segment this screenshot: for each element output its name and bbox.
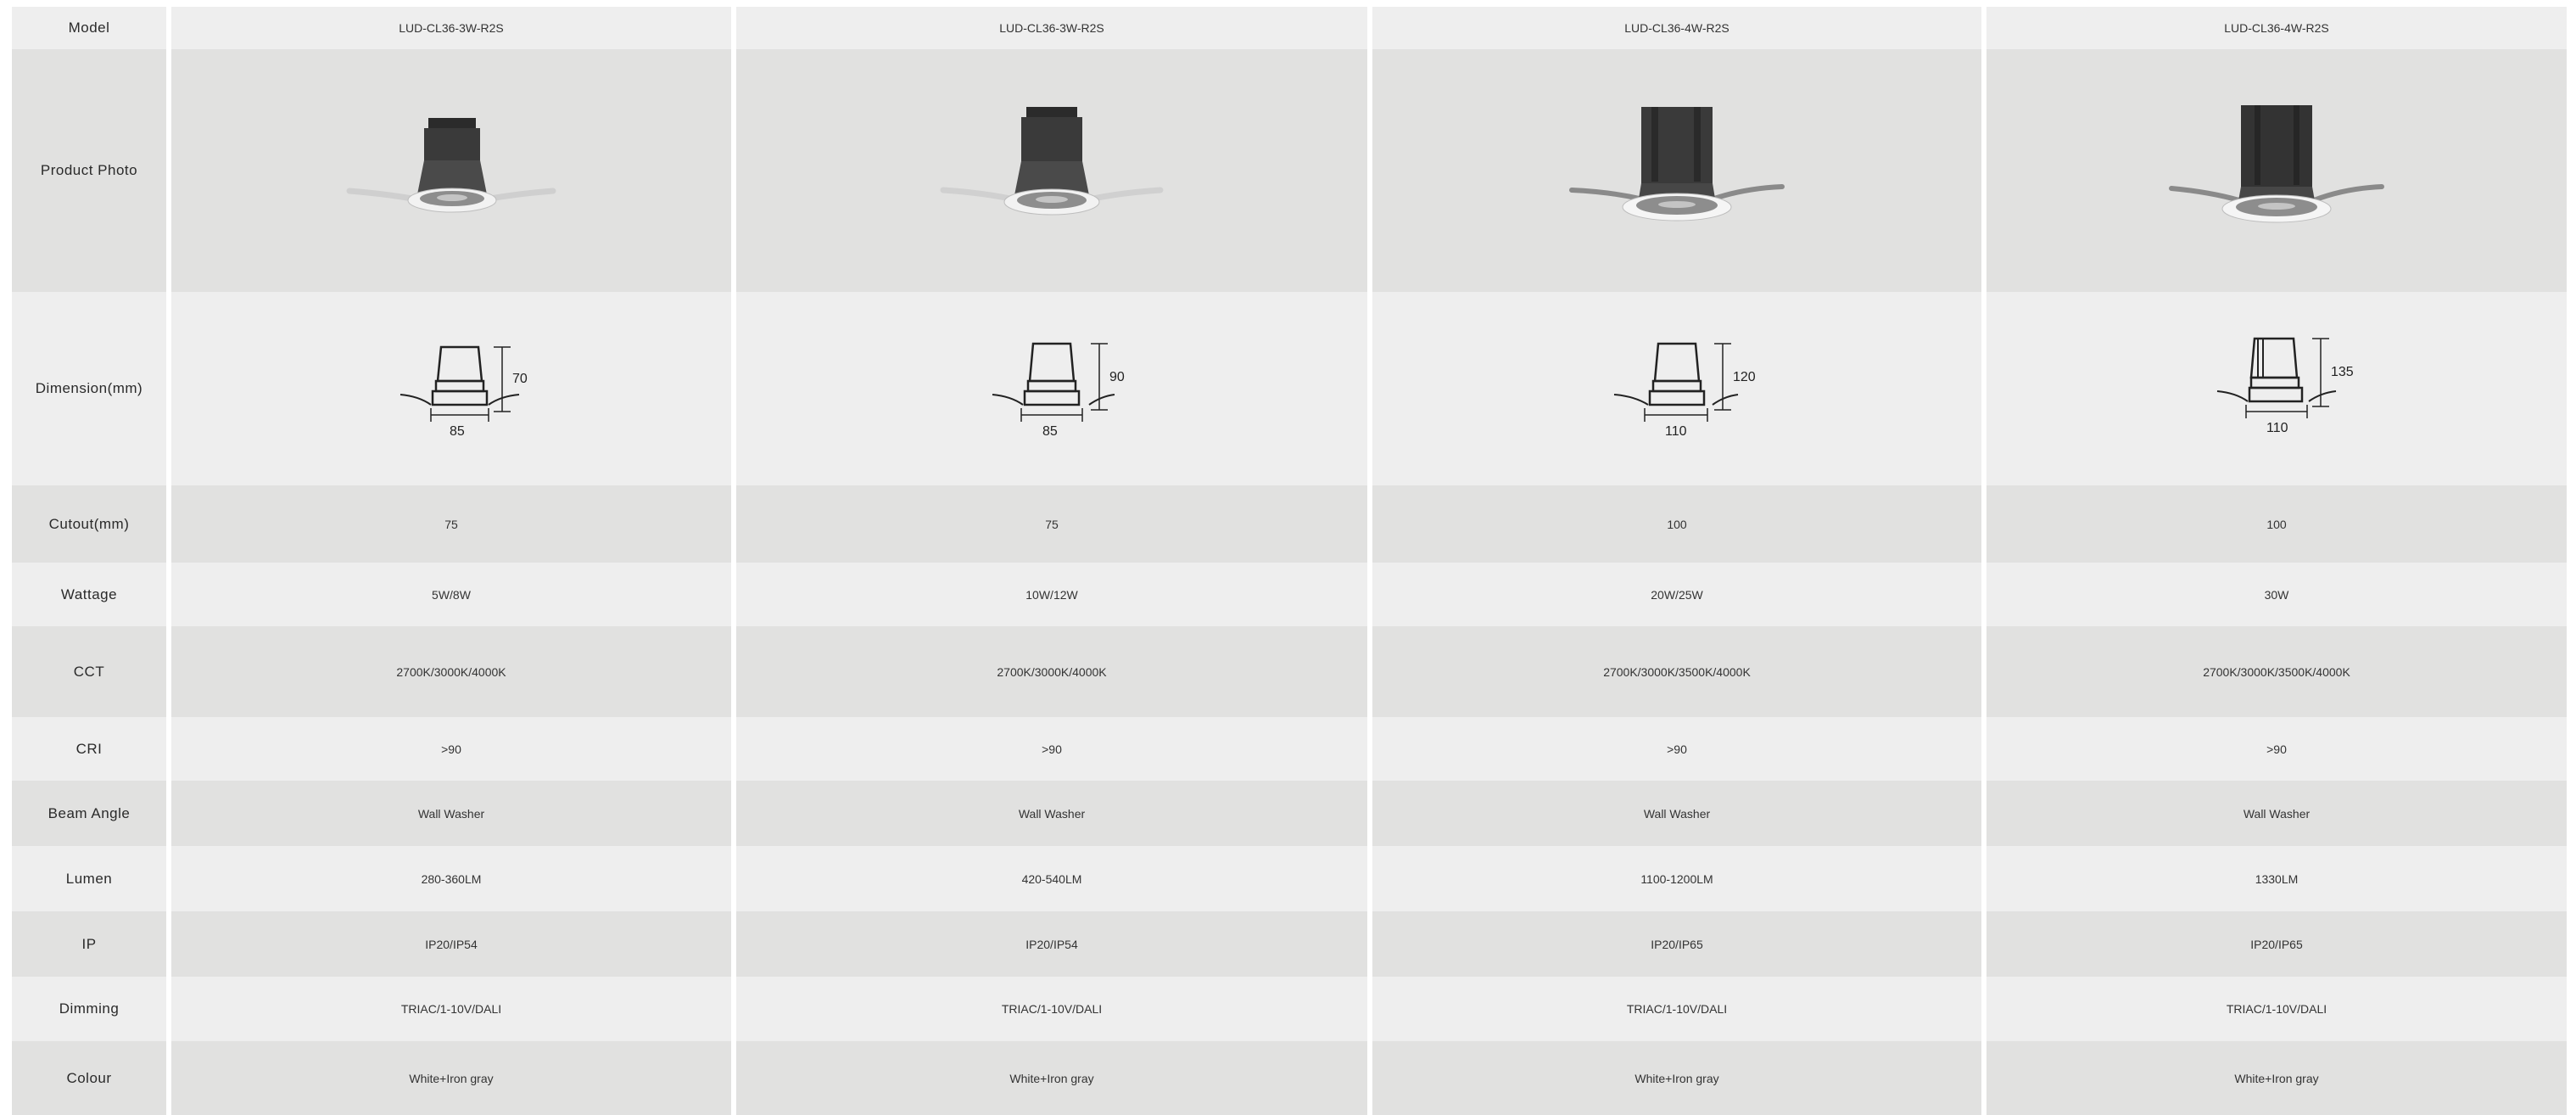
wattage-cell: 30W	[1981, 563, 2567, 626]
width-label: 110	[1665, 424, 1687, 439]
ip-cell: IP20/IP54	[731, 911, 1367, 977]
product-photo-2	[940, 107, 1164, 216]
cutout-cell: 75	[731, 485, 1367, 563]
beam-angle-cell: Wall Washer	[1367, 781, 1981, 846]
row-cri: CRI >90 >90 >90 >90	[12, 717, 2567, 781]
spec-table: Model LUD-CL36-3W-R2S LUD-CL36-3W-R2S LU…	[12, 7, 2567, 1115]
cri-cell: >90	[166, 717, 731, 781]
beam-angle-cell: Wall Washer	[166, 781, 731, 846]
model-cell: LUD-CL36-4W-R2S	[1367, 7, 1981, 49]
model-cell: LUD-CL36-3W-R2S	[731, 7, 1367, 49]
cct-cell: 2700K/3000K/4000K	[731, 626, 1367, 717]
dimming-cell: TRIAC/1-10V/DALI	[731, 977, 1367, 1041]
dimension-drawing-1: 70 85	[400, 345, 528, 439]
ip-cell: IP20/IP65	[1981, 911, 2567, 977]
row-model: Model LUD-CL36-3W-R2S LUD-CL36-3W-R2S LU…	[12, 7, 2567, 49]
dimming-cell: TRIAC/1-10V/DALI	[166, 977, 731, 1041]
lumen-cell: 280-360LM	[166, 846, 731, 911]
height-label: 135	[2331, 365, 2354, 379]
dimension-cell: 120 110	[1367, 292, 1981, 485]
row-label-cutout: Cutout(mm)	[12, 485, 166, 563]
beam-angle-cell: Wall Washer	[731, 781, 1367, 846]
cct-cell: 2700K/3000K/4000K	[166, 626, 731, 717]
colour-cell: White+Iron gray	[1981, 1041, 2567, 1115]
model-cell: LUD-CL36-3W-R2S	[166, 7, 731, 49]
lumen-cell: 420-540LM	[731, 846, 1367, 911]
width-label: 85	[450, 424, 465, 439]
wattage-cell: 20W/25W	[1367, 563, 1981, 626]
cri-cell: >90	[731, 717, 1367, 781]
cri-cell: >90	[1981, 717, 2567, 781]
row-label-dimension: Dimension(mm)	[12, 292, 166, 485]
dimension-drawing-4: 135 110	[2216, 337, 2354, 435]
row-label-cri: CRI	[12, 717, 166, 781]
cct-cell: 2700K/3000K/3500K/4000K	[1367, 626, 1981, 717]
height-label: 70	[512, 372, 528, 386]
width-label: 85	[1042, 424, 1058, 439]
dimension-cell: 135 110	[1981, 292, 2567, 485]
dimming-cell: TRIAC/1-10V/DALI	[1981, 977, 2567, 1041]
row-colour: Colour White+Iron gray White+Iron gray W…	[12, 1041, 2567, 1115]
row-wattage: Wattage 5W/8W 10W/12W 20W/25W 30W	[12, 563, 2567, 626]
row-beam-angle: Beam Angle Wall Washer Wall Washer Wall …	[12, 781, 2567, 846]
colour-cell: White+Iron gray	[166, 1041, 731, 1115]
width-label: 110	[2266, 421, 2288, 435]
row-label-photo: Product Photo	[12, 49, 166, 292]
lumen-cell: 1100-1200LM	[1367, 846, 1981, 911]
row-label-wattage: Wattage	[12, 563, 166, 626]
cutout-cell: 100	[1367, 485, 1981, 563]
height-label: 120	[1733, 370, 1756, 384]
row-label-model: Model	[12, 7, 166, 49]
row-label-colour: Colour	[12, 1041, 166, 1115]
ip-cell: IP20/IP54	[166, 911, 731, 977]
dimension-cell: 70 85	[166, 292, 731, 485]
row-cct: CCT 2700K/3000K/4000K 2700K/3000K/4000K …	[12, 626, 2567, 717]
colour-cell: White+Iron gray	[731, 1041, 1367, 1115]
beam-angle-cell: Wall Washer	[1981, 781, 2567, 846]
wattage-cell: 10W/12W	[731, 563, 1367, 626]
row-dimming: Dimming TRIAC/1-10V/DALI TRIAC/1-10V/DAL…	[12, 977, 2567, 1041]
dimming-cell: TRIAC/1-10V/DALI	[1367, 977, 1981, 1041]
ip-cell: IP20/IP65	[1367, 911, 1981, 977]
wattage-cell: 5W/8W	[166, 563, 731, 626]
row-dimension: Dimension(mm) 70 85 90 85 120 110 135 11…	[12, 292, 2567, 485]
model-cell: LUD-CL36-4W-R2S	[1981, 7, 2567, 49]
photo-cell	[731, 49, 1367, 292]
lumen-cell: 1330LM	[1981, 846, 2567, 911]
row-ip: IP IP20/IP54 IP20/IP54 IP20/IP65 IP20/IP…	[12, 911, 2567, 977]
cutout-cell: 100	[1981, 485, 2567, 563]
row-photo: Product Photo	[12, 49, 2567, 292]
row-label-lumen: Lumen	[12, 846, 166, 911]
height-label: 90	[1109, 370, 1125, 384]
row-label-beam-angle: Beam Angle	[12, 781, 166, 846]
row-cutout: Cutout(mm) 75 75 100 100	[12, 485, 2567, 563]
dimension-cell: 90 85	[731, 292, 1367, 485]
row-lumen: Lumen 280-360LM 420-540LM 1100-1200LM 13…	[12, 846, 2567, 911]
cutout-cell: 75	[166, 485, 731, 563]
colour-cell: White+Iron gray	[1367, 1041, 1981, 1115]
cct-cell: 2700K/3000K/3500K/4000K	[1981, 626, 2567, 717]
product-photo-3	[1569, 107, 1785, 221]
row-label-dimming: Dimming	[12, 977, 166, 1041]
photo-cell	[1367, 49, 1981, 292]
dimension-drawing-2: 90 85	[992, 342, 1125, 439]
product-photo-1	[346, 118, 556, 213]
row-label-cct: CCT	[12, 626, 166, 717]
product-photo-4	[2169, 105, 2384, 223]
dimension-drawing-3: 120 110	[1613, 342, 1756, 439]
photo-cell	[166, 49, 731, 292]
cri-cell: >90	[1367, 717, 1981, 781]
photo-cell	[1981, 49, 2567, 292]
row-label-ip: IP	[12, 911, 166, 977]
